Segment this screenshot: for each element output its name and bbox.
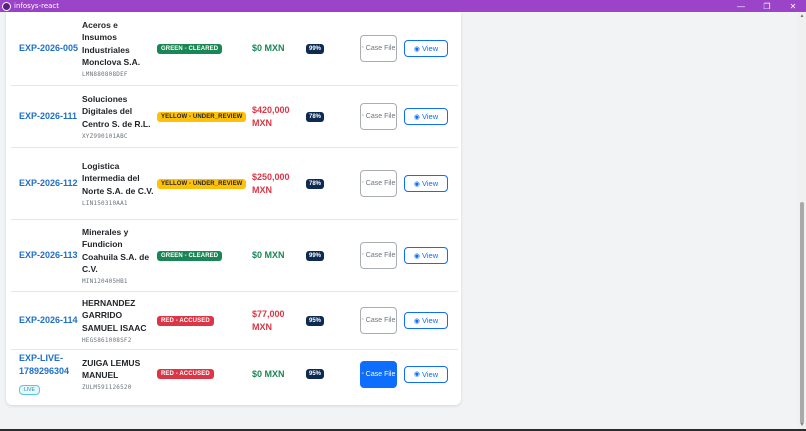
case-file-button[interactable]: ▫ Case File bbox=[360, 307, 397, 334]
document-icon: ▫ bbox=[361, 370, 364, 377]
scrollbar-thumb[interactable] bbox=[800, 202, 804, 424]
view-label: View bbox=[421, 251, 439, 260]
view-button[interactable]: ◉ View bbox=[404, 247, 448, 264]
table-row: EXP-LIVE-1789296304 LIVE ZUIGA LEMUS MAN… bbox=[11, 350, 458, 398]
expediente-id-link[interactable]: EXP-LIVE-1789296304 bbox=[19, 352, 81, 378]
company-name: Minerales y Fundicion Coahuila S.A. de C… bbox=[82, 226, 150, 274]
confidence-badge: 78% bbox=[306, 178, 325, 189]
risk-status-badge: RED - ACCUSED bbox=[157, 315, 214, 326]
scroll-up-icon[interactable]: ▲ bbox=[798, 12, 806, 20]
expediente-id-link[interactable]: EXP-2026-113 bbox=[19, 249, 78, 262]
company-name: HERNANDEZ GARRIDO SAMUEL ISAAC bbox=[82, 297, 147, 333]
amount-value: $77,000 MXN bbox=[252, 308, 285, 332]
expedientes-table-card: EXP-2026-005 Aceros e Insumos Industrial… bbox=[6, 12, 461, 405]
document-icon: ▫ bbox=[361, 317, 364, 323]
amount-value: $0 MXN bbox=[252, 43, 285, 53]
eye-icon: ◉ bbox=[413, 45, 420, 53]
confidence-badge: 99% bbox=[306, 43, 325, 54]
document-icon: ▫ bbox=[361, 113, 364, 119]
case-file-button[interactable]: ▫ Case File bbox=[360, 170, 397, 197]
case-file-label: Case File bbox=[365, 180, 396, 187]
title-bar: infosys-react — ❐ ✕ bbox=[0, 0, 806, 12]
minimize-button[interactable]: — bbox=[728, 0, 754, 12]
view-label: View bbox=[421, 369, 439, 379]
eye-icon: ◉ bbox=[413, 371, 420, 378]
close-button[interactable]: ✕ bbox=[780, 0, 806, 12]
view-button[interactable]: ◉ View bbox=[404, 40, 448, 57]
eye-icon: ◉ bbox=[413, 113, 420, 121]
confidence-badge: 99% bbox=[306, 250, 325, 261]
company-name: ZUIGA LEMUS MANUEL bbox=[82, 357, 141, 380]
expediente-id-link[interactable]: EXP-2026-005 bbox=[19, 42, 78, 55]
amount-value: $250,000 MXN bbox=[252, 171, 290, 195]
company-name: Logistica Intermedia del Norte S.A. de C… bbox=[82, 160, 154, 196]
table-row: EXP-2026-111 Soluciones Digitales del Ce… bbox=[11, 86, 458, 148]
company-rfc: HEGS861008SF2 bbox=[82, 337, 132, 345]
vertical-scrollbar[interactable]: ▲ ▼ bbox=[798, 12, 806, 429]
amount-value: $420,000 MXN bbox=[252, 104, 290, 128]
risk-status-badge: YELLOW - UNDER_REVIEW bbox=[157, 178, 247, 189]
company-name: Aceros e Insumos Industriales Monclova S… bbox=[82, 19, 141, 67]
risk-status-badge: GREEN - CLEARED bbox=[157, 250, 223, 261]
view-label: View bbox=[421, 112, 439, 121]
risk-status-badge: YELLOW - UNDER_REVIEW bbox=[157, 111, 247, 122]
amount-value: $0 MXN bbox=[252, 368, 285, 379]
case-file-button[interactable]: ▫ Case File bbox=[360, 103, 397, 130]
case-file-button[interactable]: ▫ Case File bbox=[360, 35, 397, 62]
company-name: Soluciones Digitales del Centro S. de R.… bbox=[82, 93, 151, 129]
confidence-badge: 95% bbox=[306, 315, 325, 326]
case-file-label: Case File bbox=[365, 317, 396, 324]
case-file-label: Case File bbox=[365, 252, 396, 259]
confidence-badge: 78% bbox=[306, 111, 325, 122]
case-file-label: Case File bbox=[365, 370, 396, 378]
table-row: EXP-2026-112 Logistica Intermedia del No… bbox=[11, 148, 458, 220]
expediente-id-link[interactable]: EXP-2026-112 bbox=[19, 177, 78, 190]
document-icon: ▫ bbox=[361, 180, 364, 186]
window-controls: — ❐ ✕ bbox=[728, 0, 806, 12]
table-row: EXP-2026-113 Minerales y Fundicion Coahu… bbox=[11, 220, 458, 292]
scroll-down-icon[interactable]: ▼ bbox=[798, 421, 806, 429]
window-title: infosys-react bbox=[14, 2, 60, 10]
live-badge: LIVE bbox=[19, 385, 40, 395]
company-rfc: LMN880808DEF bbox=[82, 71, 128, 79]
risk-status-badge: GREEN - CLEARED bbox=[157, 43, 223, 54]
case-file-button[interactable]: ▫ Case File bbox=[360, 360, 397, 388]
table-row: EXP-2026-114 HERNANDEZ GARRIDO SAMUEL IS… bbox=[11, 292, 458, 350]
eye-icon: ◉ bbox=[413, 252, 420, 260]
view-button[interactable]: ◉ View bbox=[404, 312, 448, 329]
eye-icon: ◉ bbox=[413, 180, 420, 188]
company-rfc: ZULM591126520 bbox=[82, 384, 132, 392]
confidence-badge: 95% bbox=[306, 369, 325, 379]
expediente-id-link[interactable]: EXP-2026-114 bbox=[19, 314, 78, 327]
app-icon bbox=[2, 1, 11, 11]
expediente-id-link[interactable]: EXP-2026-111 bbox=[19, 110, 77, 123]
amount-value: $0 MXN bbox=[252, 250, 285, 260]
view-button[interactable]: ◉ View bbox=[404, 175, 448, 192]
document-icon: ▫ bbox=[361, 45, 364, 51]
company-rfc: LIN150310AA1 bbox=[82, 200, 128, 208]
case-file-label: Case File bbox=[365, 113, 396, 120]
eye-icon: ◉ bbox=[413, 317, 420, 325]
maximize-button[interactable]: ❐ bbox=[754, 0, 780, 12]
view-label: View bbox=[421, 44, 439, 53]
view-button[interactable]: ◉ View bbox=[404, 365, 448, 383]
case-file-button[interactable]: ▫ Case File bbox=[360, 242, 397, 269]
table-row: EXP-2026-005 Aceros e Insumos Industrial… bbox=[11, 12, 458, 86]
case-file-label: Case File bbox=[365, 45, 396, 52]
view-label: View bbox=[421, 179, 439, 188]
company-rfc: XYZ990101ABC bbox=[82, 133, 128, 141]
document-icon: ▫ bbox=[361, 252, 364, 258]
company-rfc: MIN120405HB1 bbox=[82, 278, 128, 286]
view-button[interactable]: ◉ View bbox=[404, 108, 448, 125]
risk-status-badge: RED - ACCUSED bbox=[157, 369, 214, 379]
view-label: View bbox=[421, 316, 439, 325]
